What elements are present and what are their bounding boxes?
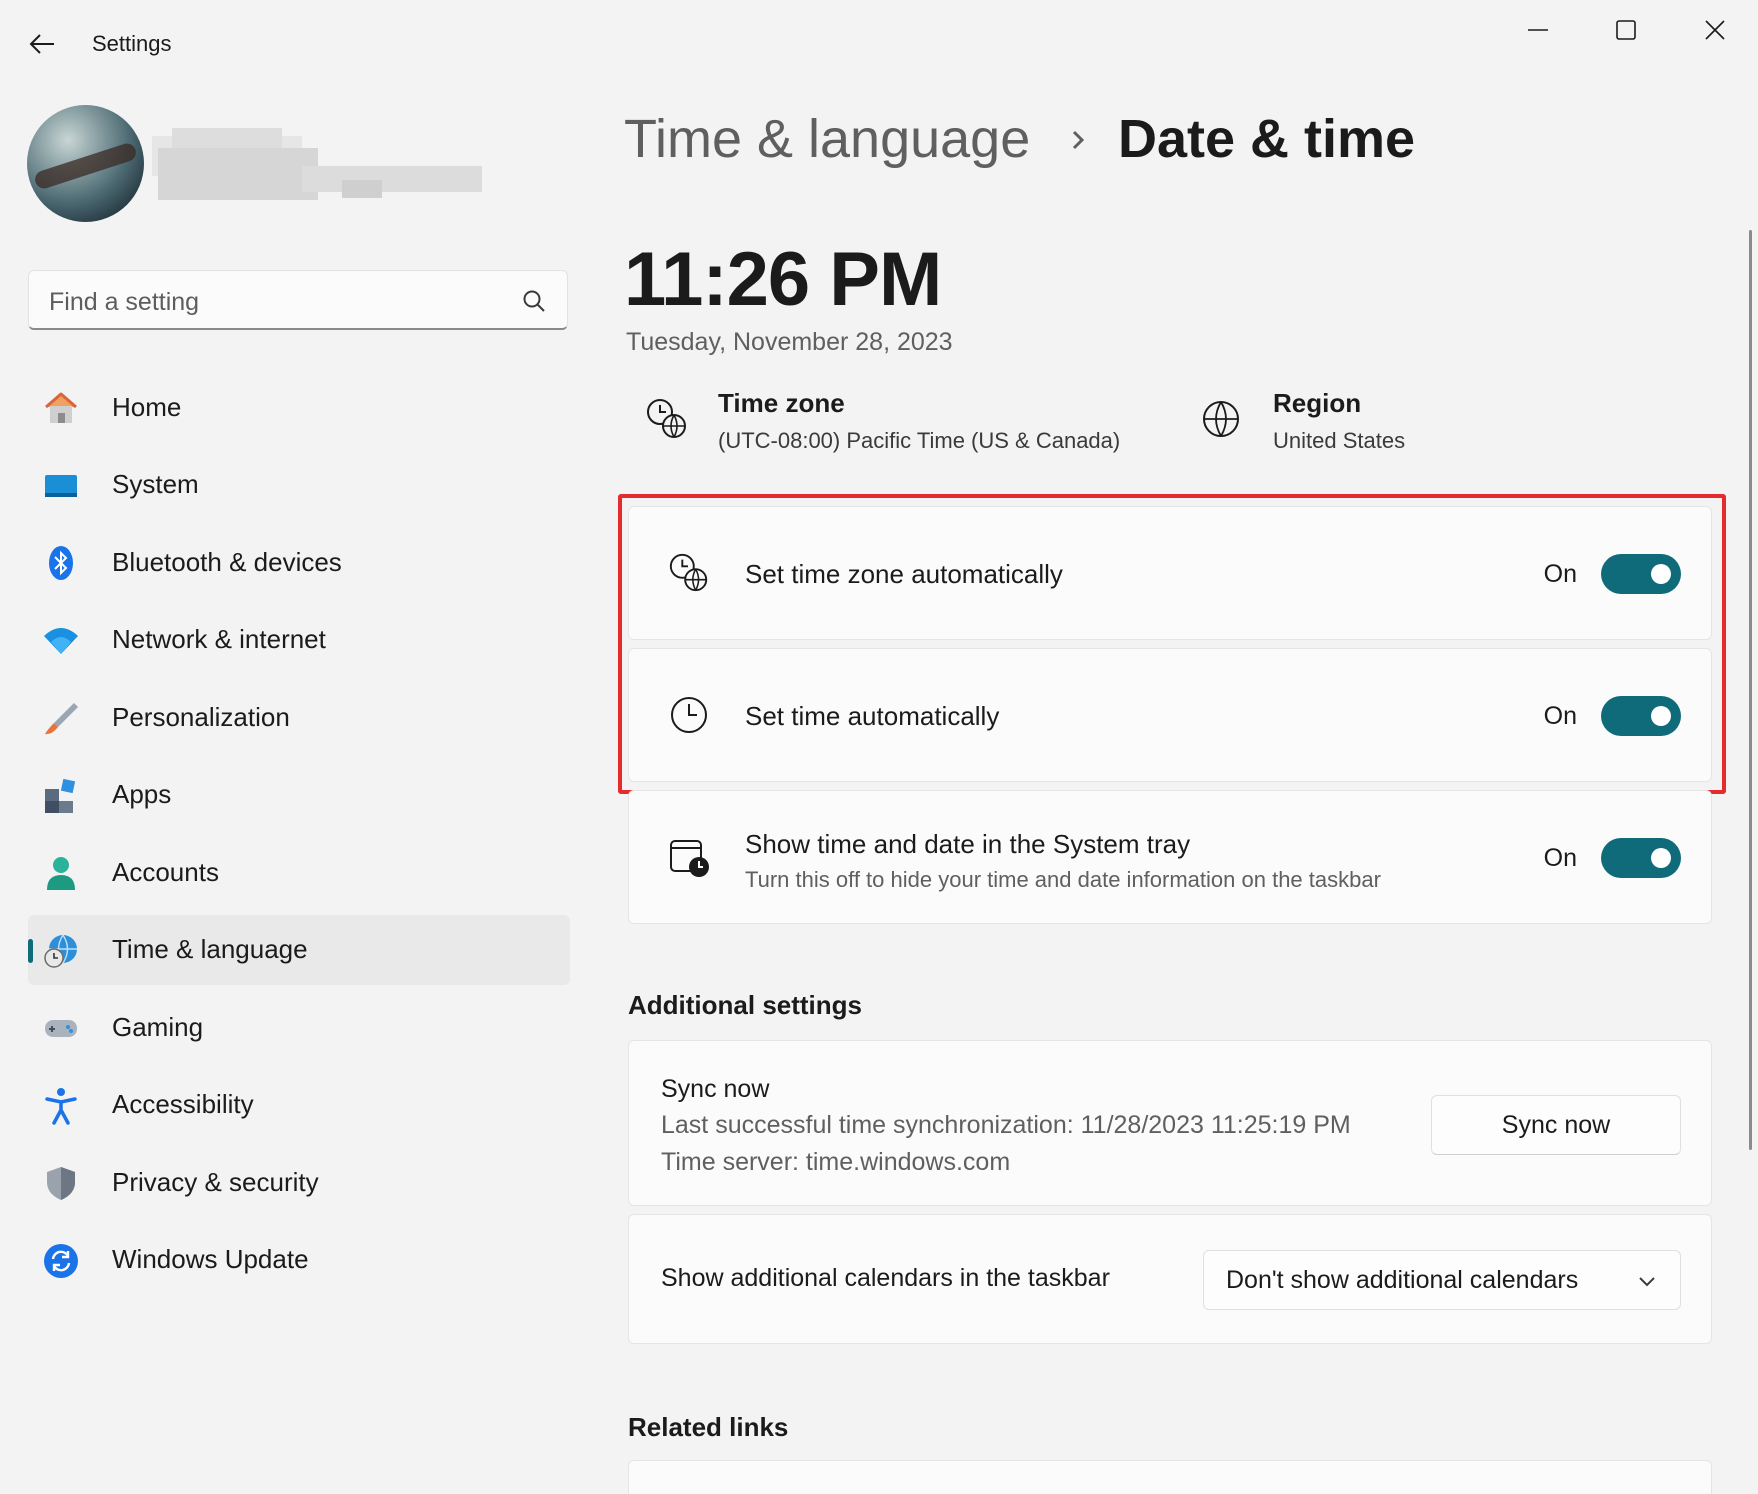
sync-title: Sync now — [661, 1075, 770, 1103]
search-placeholder: Find a setting — [49, 288, 200, 316]
sidebar-item-label: Home — [112, 391, 182, 422]
wifi-icon — [42, 622, 80, 660]
sidebar-item-label: System — [112, 469, 199, 499]
setting-description: Turn this off to hide your time and date… — [745, 867, 1381, 892]
sidebar-item-privacy[interactable]: Privacy & security — [28, 1147, 570, 1217]
search-icon — [523, 290, 545, 312]
app-title: Settings — [92, 31, 172, 56]
sidebar-item-label: Network & internet — [112, 624, 326, 654]
sidebar-item-system[interactable]: System — [28, 450, 570, 520]
sidebar-item-windows-update[interactable]: Windows Update — [28, 1225, 570, 1295]
globe-icon — [1203, 401, 1239, 437]
show-tray-row[interactable]: Show time and date in the System tray Tu… — [628, 790, 1712, 924]
related-links-heading: Related links — [628, 1412, 789, 1442]
region-label: Region — [1273, 388, 1362, 418]
toggle-state: On — [1543, 844, 1577, 872]
sidebar-item-label: Personalization — [112, 701, 290, 732]
sidebar-item-label: Privacy & security — [112, 1166, 319, 1197]
sync-now-card: Sync now Last successful time synchroniz… — [628, 1040, 1712, 1206]
related-links-card — [628, 1460, 1712, 1494]
scrollbar[interactable] — [1749, 230, 1752, 1150]
sidebar-item-network[interactable]: Network & internet — [28, 605, 570, 675]
sidebar-item-label: Bluetooth & devices — [112, 546, 342, 577]
shield-icon — [42, 1164, 80, 1202]
close-icon — [1705, 20, 1725, 40]
sidebar-item-accounts[interactable]: Accounts — [28, 837, 570, 907]
accessibility-icon — [42, 1087, 80, 1125]
sidebar-item-apps[interactable]: Apps — [28, 760, 570, 830]
active-indicator — [28, 938, 33, 963]
sidebar-item-personalization[interactable]: Personalization — [28, 682, 570, 752]
brush-icon — [42, 699, 80, 737]
bluetooth-icon — [42, 544, 80, 582]
sidebar-item-label: Windows Update — [112, 1244, 309, 1274]
sidebar-item-time-language[interactable]: Time & language — [28, 914, 570, 985]
sidebar-nav: Home System Bluetooth & devices Network … — [28, 372, 570, 1302]
gamepad-icon — [42, 1009, 80, 1047]
calendars-dropdown[interactable]: Don't show additional calendars — [1203, 1250, 1681, 1310]
search-input[interactable]: Find a setting — [28, 270, 568, 330]
sync-now-button[interactable]: Sync now — [1431, 1095, 1681, 1155]
time-zone-label: Time zone — [718, 388, 845, 418]
chevron-down-icon — [1639, 1277, 1655, 1287]
sidebar-item-home[interactable]: Home — [28, 372, 570, 442]
apps-icon — [42, 777, 80, 815]
sidebar-item-bluetooth[interactable]: Bluetooth & devices — [28, 527, 570, 597]
close-button[interactable] — [1679, 6, 1751, 54]
sidebar-item-label: Time & language — [112, 934, 308, 964]
show-tray-toggle[interactable] — [1601, 838, 1681, 878]
sync-last-time: Last successful time synchronization: 11… — [661, 1111, 1351, 1139]
refresh-icon — [42, 1242, 80, 1280]
highlight-box — [618, 494, 1726, 794]
back-arrow-icon — [29, 34, 54, 54]
sidebar-item-label: Apps — [112, 779, 172, 809]
title-bar: Settings — [0, 0, 1758, 86]
maximize-button[interactable] — [1590, 6, 1662, 54]
breadcrumb-parent[interactable]: Time & language — [624, 108, 1030, 170]
globe-clock-icon — [42, 932, 80, 970]
maximize-icon — [1616, 20, 1636, 40]
calendars-label: Show additional calendars in the taskbar — [661, 1264, 1110, 1292]
region-value: United States — [1273, 428, 1406, 453]
sidebar-item-label: Gaming — [112, 1011, 204, 1042]
additional-settings-heading: Additional settings — [628, 990, 862, 1020]
time-zone-value: (UTC-08:00) Pacific Time (US & Canada) — [718, 428, 1121, 453]
calendars-selected: Don't show additional calendars — [1226, 1266, 1579, 1294]
chevron-right-icon — [1072, 130, 1085, 150]
minimize-icon — [1528, 29, 1548, 31]
monitor-icon — [42, 467, 80, 505]
additional-calendars-card: Show additional calendars in the taskbar… — [628, 1214, 1712, 1344]
minimize-button[interactable] — [1502, 6, 1574, 54]
current-time: 11:26 PM — [624, 237, 942, 322]
sidebar-item-gaming[interactable]: Gaming — [28, 992, 570, 1062]
user-name-redacted — [152, 128, 492, 208]
person-icon — [42, 854, 80, 892]
sidebar-item-label: Accessibility — [112, 1089, 254, 1119]
sidebar-item-label: Accounts — [112, 856, 219, 887]
time-zone-icon — [647, 399, 686, 438]
back-button[interactable] — [18, 20, 66, 68]
current-date: Tuesday, November 28, 2023 — [626, 328, 953, 356]
sidebar-item-accessibility[interactable]: Accessibility — [28, 1070, 570, 1140]
setting-label: Show time and date in the System tray — [745, 829, 1191, 859]
calendar-clock-icon — [670, 840, 709, 877]
home-icon — [42, 389, 80, 427]
sync-server: Time server: time.windows.com — [661, 1148, 1011, 1176]
avatar[interactable] — [27, 105, 144, 222]
page-title: Date & time — [1118, 109, 1416, 169]
